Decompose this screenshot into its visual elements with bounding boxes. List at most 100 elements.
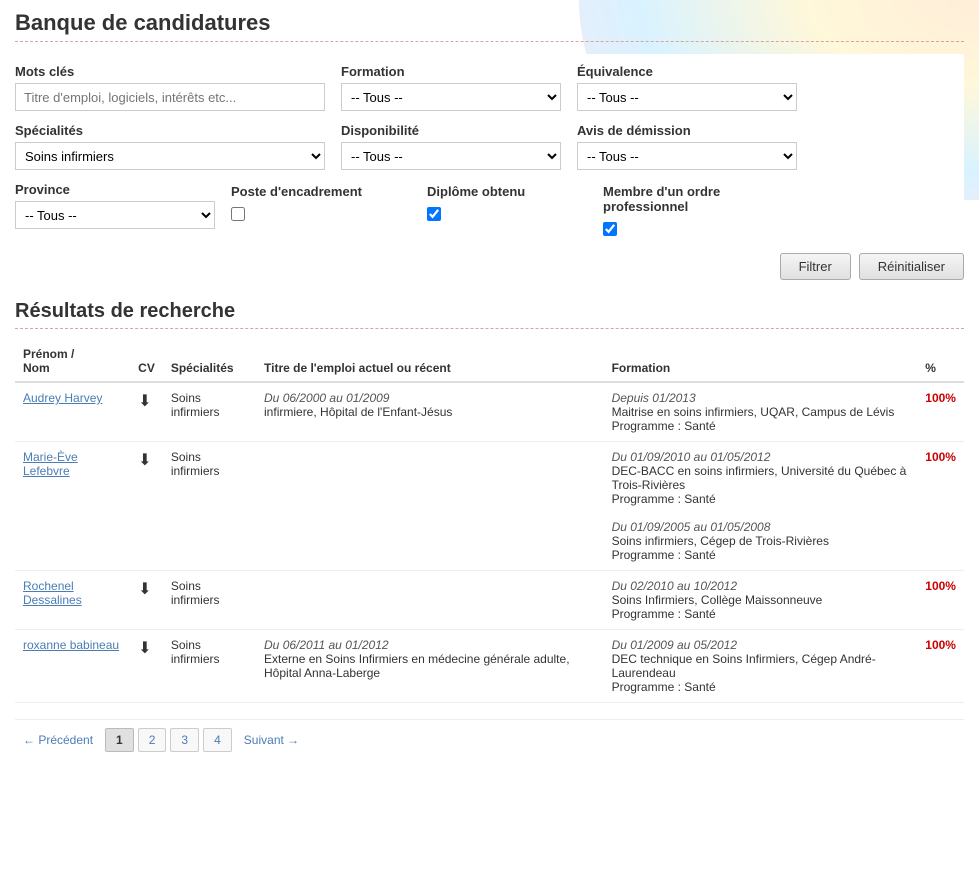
formation-label: Formation	[341, 64, 561, 79]
candidate-name-link[interactable]: Rochenel Dessalines	[23, 579, 82, 607]
filter-button[interactable]: Filtrer	[780, 253, 851, 280]
formation-cell: Du 02/2010 au 10/2012Soins Infirmiers, C…	[604, 571, 918, 630]
job-cell: Du 06/2011 au 01/2012Externe en Soins In…	[256, 630, 604, 703]
match-percent: 100%	[917, 571, 964, 630]
formation-detail-1: Maitrise en soins infirmiers, UQAR, Camp…	[612, 405, 895, 419]
specialites-select[interactable]: Soins infirmiers	[15, 142, 325, 170]
job-cell	[256, 442, 604, 571]
download-icon[interactable]: ⬇	[138, 581, 151, 598]
diplome-group: Diplôme obtenu	[427, 182, 587, 221]
formation-prog-2: Programme : Santé	[612, 548, 716, 562]
poste-label: Poste d'encadrement	[231, 184, 411, 199]
download-icon[interactable]: ⬇	[138, 393, 151, 410]
match-percent: 100%	[917, 442, 964, 571]
formation-cell: Du 01/2009 au 05/2012DEC technique en So…	[604, 630, 918, 703]
specialites-label: Spécialités	[15, 123, 325, 138]
cv-download[interactable]: ⬇	[130, 571, 163, 630]
diplome-checkbox[interactable]	[427, 207, 441, 221]
page-button-2[interactable]: 2	[138, 728, 167, 752]
formation-detail-2: Soins infirmiers, Cégep de Trois-Rivière…	[612, 534, 829, 548]
province-select[interactable]: -- Tous --	[15, 201, 215, 229]
disponibilite-group: Disponibilité -- Tous --	[341, 123, 561, 170]
specialite-cell: Soins infirmiers	[163, 630, 256, 703]
disponibilite-label: Disponibilité	[341, 123, 561, 138]
mots-cles-label: Mots clés	[15, 64, 325, 79]
search-row-3: Province -- Tous -- Poste d'encadrement …	[15, 182, 964, 236]
specialite-cell: Soins infirmiers	[163, 571, 256, 630]
page-button-3[interactable]: 3	[170, 728, 199, 752]
search-row-2: Spécialités Soins infirmiers Disponibili…	[15, 123, 964, 170]
specialite-cell: Soins infirmiers	[163, 382, 256, 442]
membre-label: Membre d'un ordre professionnel	[603, 184, 803, 214]
col-pct: %	[917, 341, 964, 382]
table-header-row: Prénom /Nom CV Spécialités Titre de l'em…	[15, 341, 964, 382]
formation-detail-1: Soins Infirmiers, Collège Maissonneuve	[612, 593, 823, 607]
disponibilite-select[interactable]: -- Tous --	[341, 142, 561, 170]
results-divider	[15, 328, 964, 329]
avis-group: Avis de démission -- Tous --	[577, 123, 797, 170]
results-table: Prénom /Nom CV Spécialités Titre de l'em…	[15, 341, 964, 703]
formation-detail-1: DEC-BACC en soins infirmiers, Université…	[612, 464, 907, 492]
mots-cles-input[interactable]	[15, 83, 325, 111]
search-row-1: Mots clés Formation -- Tous -- Équivalen…	[15, 64, 964, 111]
cv-download[interactable]: ⬇	[130, 442, 163, 571]
formation-group: Formation -- Tous --	[341, 64, 561, 111]
table-row: roxanne babineau⬇Soins infirmiersDu 06/2…	[15, 630, 964, 703]
poste-group: Poste d'encadrement	[231, 182, 411, 221]
formation-date-2: Du 01/09/2005 au 01/05/2008	[612, 520, 771, 534]
prev-page-button[interactable]: ← Précédent	[15, 729, 101, 751]
equivalence-select[interactable]: -- Tous --	[577, 83, 797, 111]
avis-select[interactable]: -- Tous --	[577, 142, 797, 170]
table-row: Audrey Harvey⬇Soins infirmiersDu 06/2000…	[15, 382, 964, 442]
candidate-name-link[interactable]: Marie-Ève Lefebvre	[23, 450, 78, 478]
poste-checkbox[interactable]	[231, 207, 245, 221]
match-percent: 100%	[917, 382, 964, 442]
next-page-button[interactable]: Suivant →	[236, 729, 307, 751]
candidate-name-link[interactable]: Audrey Harvey	[23, 391, 102, 405]
specialite-cell: Soins infirmiers	[163, 442, 256, 571]
job-title-text: Externe en Soins Infirmiers en médecine …	[264, 652, 570, 680]
search-panel: Mots clés Formation -- Tous -- Équivalen…	[15, 54, 964, 290]
candidate-name: Marie-Ève Lefebvre	[15, 442, 130, 571]
col-specialites: Spécialités	[163, 341, 256, 382]
page-button-4[interactable]: 4	[203, 728, 232, 752]
cv-download[interactable]: ⬇	[130, 382, 163, 442]
page-button-1[interactable]: 1	[105, 728, 134, 752]
formation-prog-1: Programme : Santé	[612, 419, 716, 433]
formation-detail-1: DEC technique en Soins Infirmiers, Cégep…	[612, 652, 876, 680]
job-cell: Du 06/2000 au 01/2009infirmiere, Hôpital…	[256, 382, 604, 442]
cv-download[interactable]: ⬇	[130, 630, 163, 703]
col-cv: CV	[130, 341, 163, 382]
job-date: Du 06/2000 au 01/2009	[264, 391, 389, 405]
download-icon[interactable]: ⬇	[138, 452, 151, 469]
pagination: ← Précédent 1 2 3 4 Suivant →	[15, 719, 964, 760]
province-group: Province -- Tous --	[15, 182, 215, 229]
formation-prog-1: Programme : Santé	[612, 492, 716, 506]
candidate-name: Rochenel Dessalines	[15, 571, 130, 630]
col-prenom-nom: Prénom /Nom	[15, 341, 130, 382]
table-row: Rochenel Dessalines ⬇ Soins infirmiers Du 0…	[15, 571, 964, 630]
formation-prog-1: Programme : Santé	[612, 680, 716, 694]
col-formation: Formation	[604, 341, 918, 382]
candidate-name-link[interactable]: roxanne babineau	[23, 638, 119, 652]
membre-checkbox[interactable]	[603, 222, 617, 236]
job-date: Du 06/2011 au 01/2012	[264, 638, 389, 652]
download-icon[interactable]: ⬇	[138, 640, 151, 657]
diplome-label: Diplôme obtenu	[427, 184, 587, 199]
specialites-group: Spécialités Soins infirmiers	[15, 123, 325, 170]
job-cell	[256, 571, 604, 630]
reset-button[interactable]: Réinitialiser	[859, 253, 964, 280]
page-title: Banque de candidatures	[15, 10, 964, 36]
title-divider	[15, 41, 964, 42]
formation-prog-1: Programme : Santé	[612, 607, 716, 621]
equivalence-label: Équivalence	[577, 64, 797, 79]
table-row: Marie-Ève Lefebvre ⬇ Soins infirmiers Du 01…	[15, 442, 964, 571]
candidate-name: roxanne babineau	[15, 630, 130, 703]
match-percent: 100%	[917, 630, 964, 703]
formation-cell: Depuis 01/2013Maitrise en soins infirmie…	[604, 382, 918, 442]
mots-cles-group: Mots clés	[15, 64, 325, 111]
results-section: Résultats de recherche Prénom /Nom CV Sp…	[15, 300, 964, 760]
equivalence-group: Équivalence -- Tous --	[577, 64, 797, 111]
formation-select[interactable]: -- Tous --	[341, 83, 561, 111]
results-title: Résultats de recherche	[15, 300, 964, 323]
